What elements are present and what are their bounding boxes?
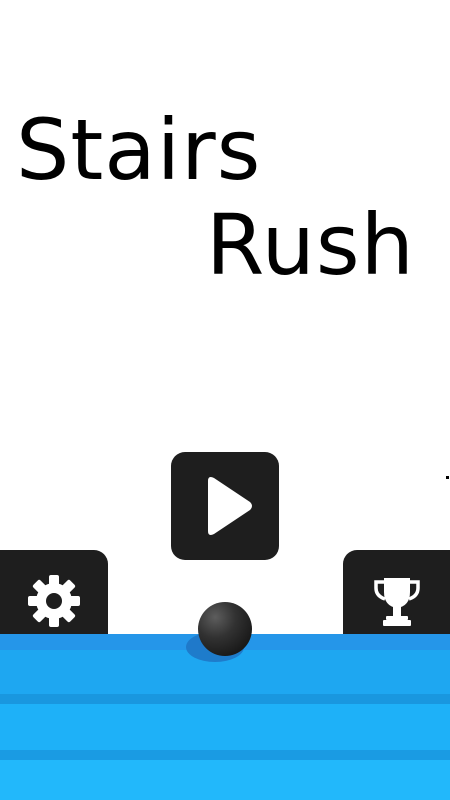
stair-step <box>0 760 450 800</box>
ball <box>198 602 252 656</box>
game-screen: Stairs Rush <box>0 0 450 800</box>
game-title-line-2: Rush <box>206 196 415 294</box>
game-title-line-1: Stairs <box>16 101 262 199</box>
play-icon <box>208 477 252 535</box>
gear-icon <box>28 575 80 627</box>
stair-step-edge <box>0 750 450 760</box>
side-marker <box>446 476 449 479</box>
trophy-icon <box>373 578 420 626</box>
stair-step-edge <box>0 694 450 704</box>
stair-step <box>0 704 450 750</box>
play-button[interactable] <box>171 452 279 560</box>
